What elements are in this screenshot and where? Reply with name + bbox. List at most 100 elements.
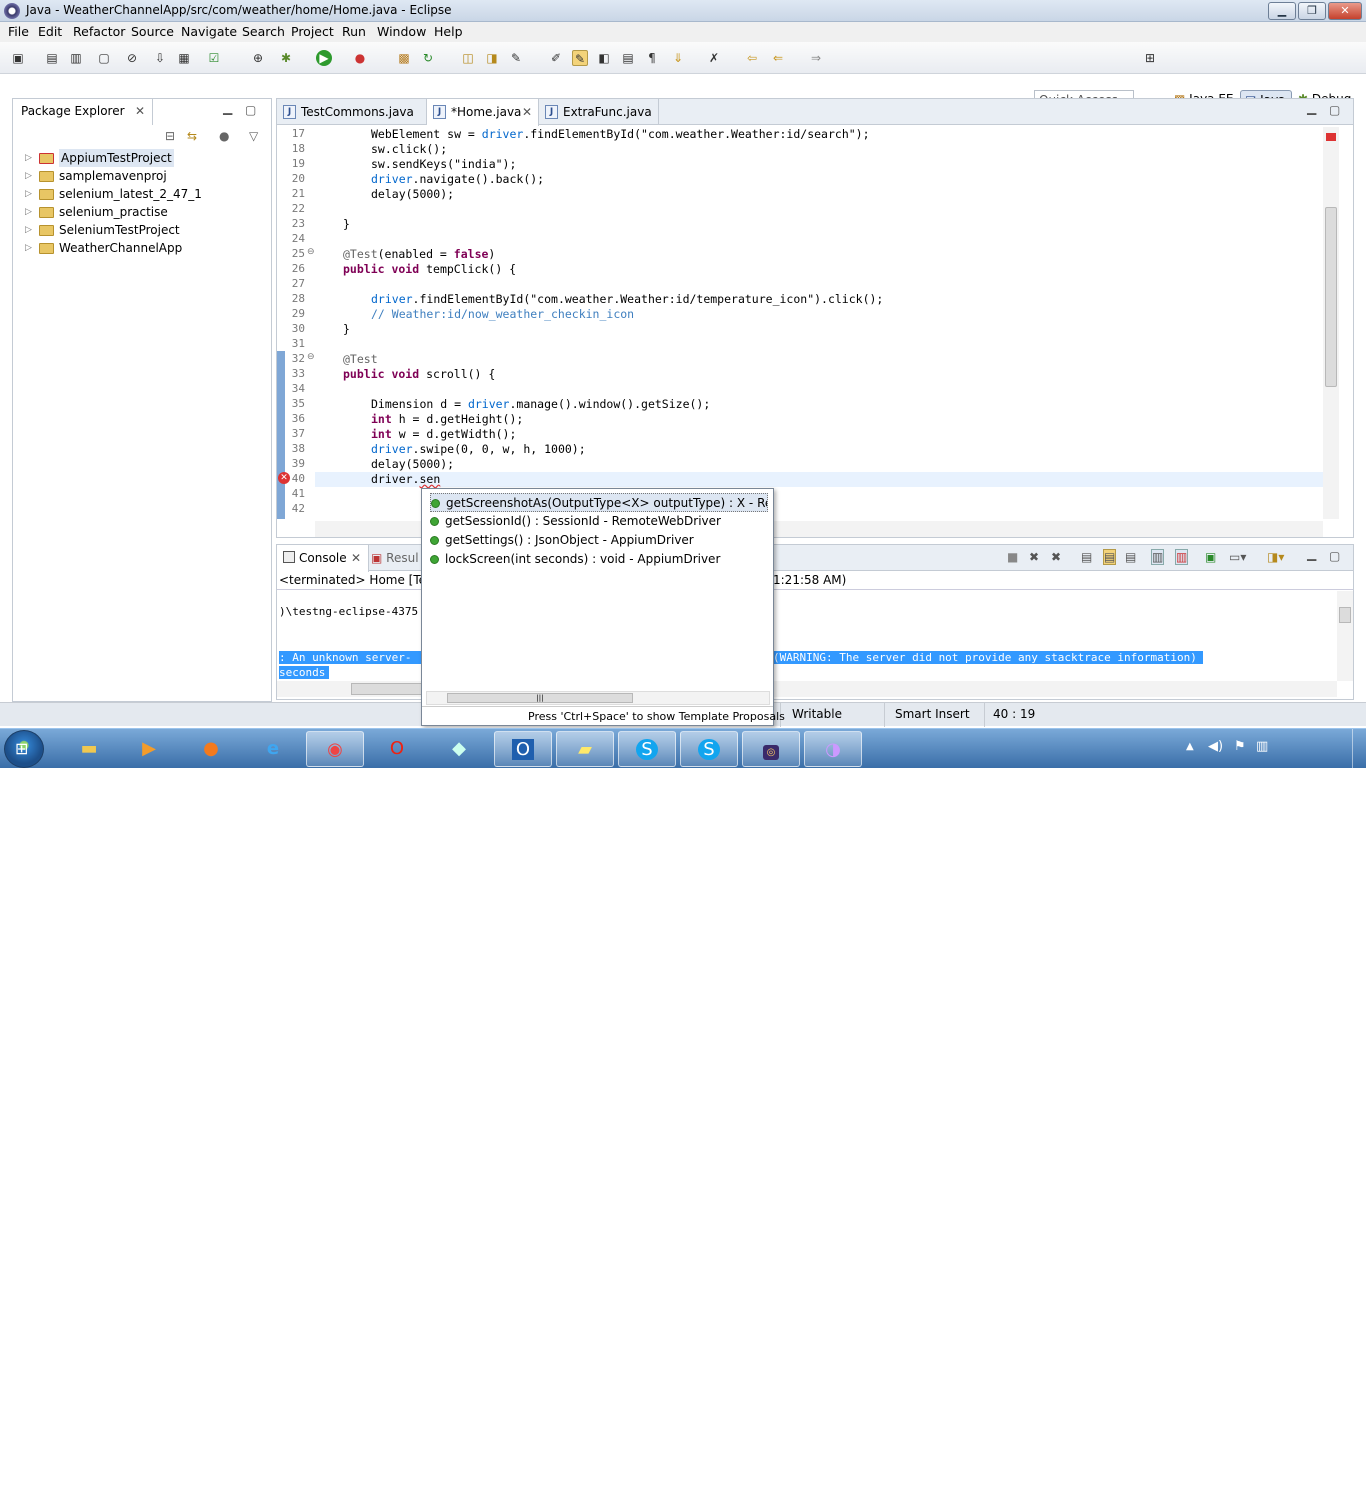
mark-occurrences-icon[interactable]: ✎ [572,50,588,66]
completion-item[interactable]: lockScreen(int seconds) : void - AppiumD… [430,550,768,569]
open-perspective-icon[interactable]: ⊞ [1142,50,1158,66]
expand-arrow-icon[interactable]: ▷ [25,239,32,257]
completion-item[interactable]: getSettings() : JsonObject - AppiumDrive… [430,531,768,550]
start-button[interactable]: ⊞ [4,730,44,768]
pin-console-icon[interactable]: ▣ [1205,550,1216,564]
close-icon[interactable]: ✕ [351,551,361,565]
scroll-thumb[interactable] [1339,607,1351,623]
testng-icon[interactable]: ☑ [206,50,222,66]
notes-taskbar-icon[interactable]: ◆ [430,731,488,767]
maximize-view-icon[interactable]: ▢ [1329,103,1340,117]
back-icon[interactable]: ⇐ [770,50,786,66]
minimize-view-icon[interactable]: ▁ [1307,547,1316,561]
show-stdout-icon[interactable]: ▥ [1151,549,1165,565]
error-overview-marker[interactable] [1326,133,1336,141]
menu-source[interactable]: Source [131,24,174,39]
minimize-view-icon[interactable]: ▁ [223,101,232,115]
opera-taskbar-icon[interactable]: O [368,731,426,767]
outlook-taskbar-icon[interactable]: O [494,731,552,767]
server-icon[interactable]: ▦ [176,50,192,66]
pilcrow-icon[interactable]: ¶ [644,50,660,66]
menu-navigate[interactable]: Navigate [181,24,237,39]
insert-mode-status[interactable]: Smart Insert [895,707,970,721]
menu-search[interactable]: Search [242,24,285,39]
explorer-taskbar-icon[interactable]: ▬ [60,731,118,767]
menu-refactor[interactable]: Refactor [73,24,125,39]
link-editor-icon[interactable]: ⇆ [187,129,197,143]
open-type-icon[interactable]: ◫ [460,50,476,66]
expand-arrow-icon[interactable]: ▷ [25,185,32,203]
expand-arrow-icon[interactable]: ▷ [25,149,32,167]
close-icon[interactable]: ✕ [135,104,145,118]
close-button[interactable]: ✕ [1328,2,1362,20]
completion-item[interactable]: getSessionId() : SessionId - RemoteWebDr… [430,512,768,531]
save-all-icon[interactable]: ▥ [68,50,84,66]
remove-launch-icon[interactable]: ✖ [1029,550,1039,564]
focus-task-icon[interactable]: ● [219,129,229,143]
media-player-taskbar-icon[interactable]: ▶ [120,731,178,767]
tab-extrafunc[interactable]: J ExtraFunc.java [539,99,659,125]
scroll-thumb[interactable] [351,683,423,695]
firefox-taskbar-icon[interactable]: ● [182,731,240,767]
menu-run[interactable]: Run [342,24,366,39]
next-annotation-icon[interactable]: ⇓ [670,50,686,66]
scroll-lock-icon[interactable]: ▤ [1103,549,1117,565]
skype-alt-taskbar-icon[interactable]: S [680,731,738,767]
print-icon[interactable]: ▢ [96,50,112,66]
expand-arrow-icon[interactable]: ▷ [25,203,32,221]
app-taskbar-icon[interactable]: ◑ [804,731,862,767]
expand-arrow-icon[interactable]: ▷ [25,167,32,185]
chrome-taskbar-icon[interactable]: ◉ [306,731,364,767]
run-icon[interactable]: ▶ [316,50,332,66]
display-console-icon[interactable]: ▭▾ [1229,550,1246,564]
scroll-thumb[interactable]: ||| [447,693,633,703]
scroll-thumb[interactable] [1325,207,1337,387]
tab-results[interactable]: ▣ Resul [371,551,419,565]
show-whitespace-icon[interactable]: ▤ [620,50,636,66]
tab-package-explorer[interactable]: Package Explorer ✕ [13,99,153,125]
volume-icon[interactable]: ◀) [1208,739,1223,754]
debug-icon[interactable]: ✱ [278,50,294,66]
menu-project[interactable]: Project [291,24,334,39]
console-vertical-scrollbar[interactable] [1337,591,1353,681]
deploy-icon[interactable]: ⇩ [152,50,168,66]
clear-console-icon[interactable]: ▤ [1081,550,1092,564]
skype-taskbar-icon[interactable]: S [618,731,676,767]
terminate-icon[interactable]: ■ [1007,550,1018,564]
last-edit-icon[interactable]: ⇦ [744,50,760,66]
forward-icon[interactable]: ⇒ [808,50,824,66]
minimize-button[interactable]: ▁ [1268,2,1296,20]
show-hidden-icons[interactable]: ▲ [1186,741,1194,752]
fold-icon[interactable]: ⊖ [307,352,315,362]
sticky-notes-taskbar-icon[interactable]: ▰ [556,731,614,767]
completion-item[interactable]: getScreenshotAs(OutputType<X> outputType… [430,493,768,512]
save-icon[interactable]: ▤ [44,50,60,66]
close-icon[interactable]: ✕ [522,105,532,119]
network-icon[interactable]: ▥ [1256,739,1268,754]
fold-icon[interactable]: ⊖ [307,247,315,257]
new-class-icon[interactable]: ⊕ [250,50,266,66]
word-wrap-icon[interactable]: ▤ [1125,550,1136,564]
view-menu-icon[interactable]: ▽ [249,129,258,143]
open-folder-icon[interactable]: ◨ [484,50,500,66]
search-icon[interactable]: ✎ [508,50,524,66]
menu-window[interactable]: Window [377,24,426,39]
internet-explorer-taskbar-icon[interactable]: e [244,731,302,767]
menu-help[interactable]: Help [434,24,463,39]
open-console-icon[interactable]: ◨▾ [1267,550,1284,564]
system-clock[interactable]: 11:27 AM 10/20/2015 [1276,1462,1346,1492]
flag-icon[interactable]: ⚑ [1234,739,1246,754]
show-desktop-button[interactable] [1352,729,1366,769]
run-external-icon[interactable]: ● [352,50,368,66]
popup-horizontal-scrollbar[interactable]: ||| [426,691,770,705]
tab-home[interactable]: J *Home.java ✕ [427,99,539,126]
expand-arrow-icon[interactable]: ▷ [25,221,32,239]
minimize-view-icon[interactable]: ▁ [1307,101,1316,115]
collapse-all-icon[interactable]: ⊟ [165,129,175,143]
maximize-button[interactable]: ❐ [1298,2,1326,20]
new-package-icon[interactable]: ▩ [396,50,412,66]
refresh-icon[interactable]: ↻ [420,50,436,66]
remove-all-icon[interactable]: ✖ [1051,550,1061,564]
menu-file[interactable]: File [8,24,29,39]
new-icon[interactable]: ▣ [10,50,26,66]
